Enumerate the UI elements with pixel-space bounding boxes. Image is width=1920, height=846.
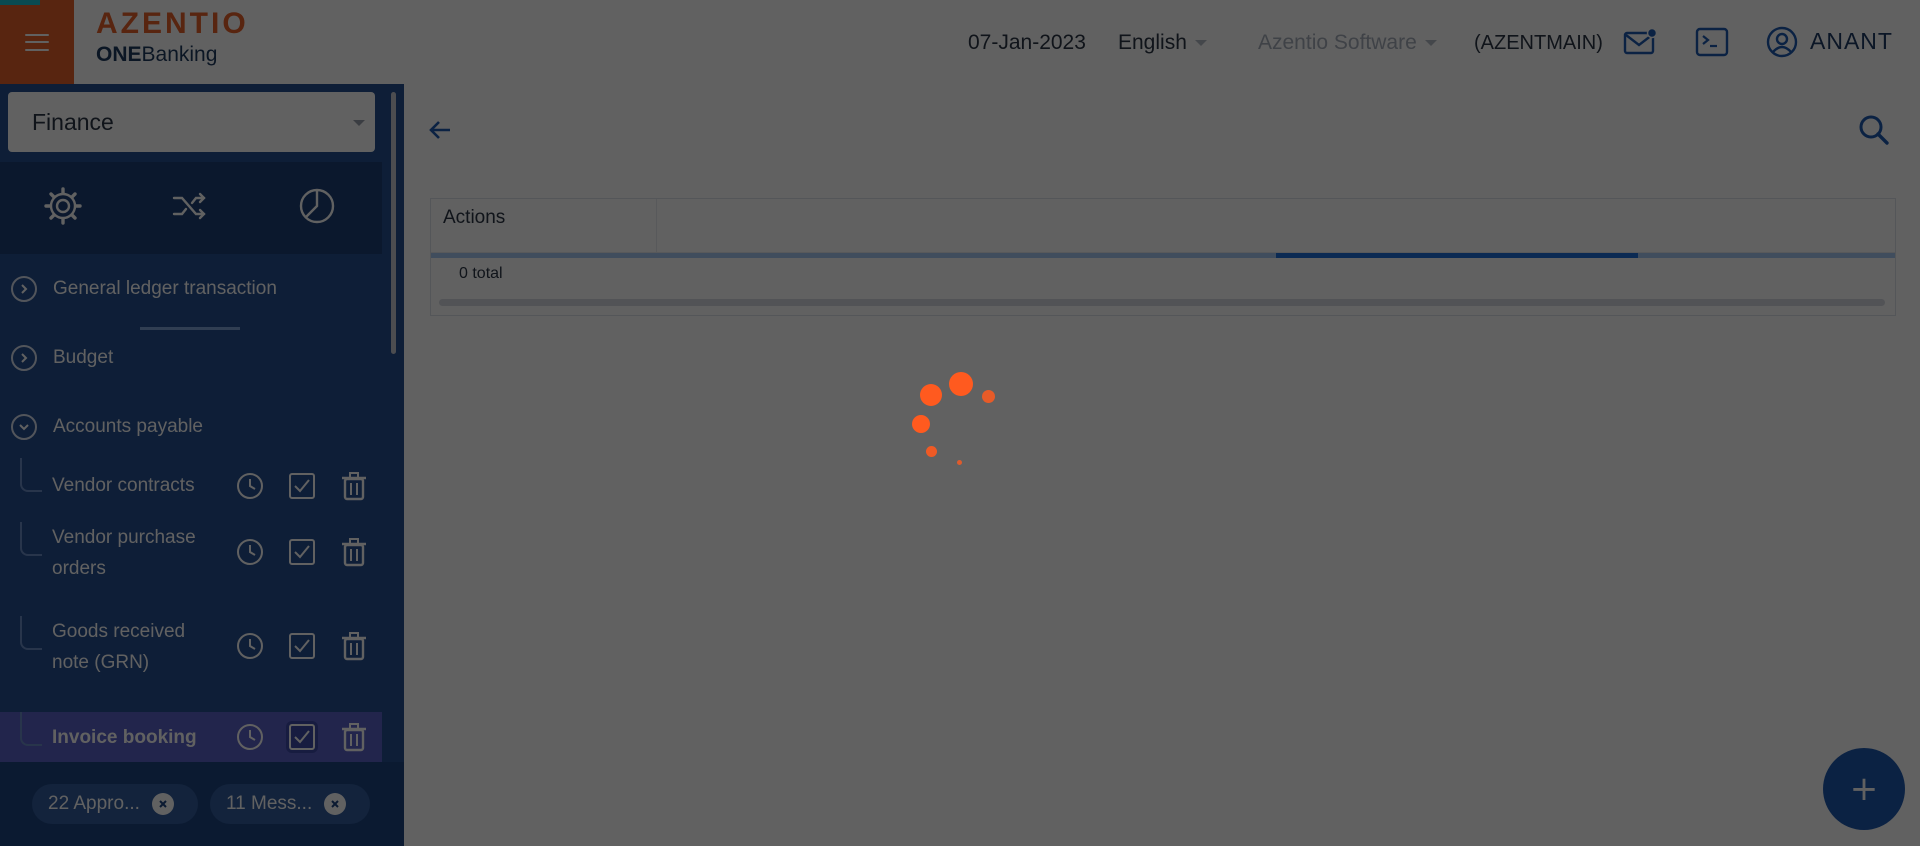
- chevron-right-icon: [11, 345, 37, 371]
- user-icon[interactable]: [1764, 24, 1800, 60]
- sidebar-section-general-ledger[interactable]: General ledger transaction: [0, 266, 382, 312]
- grid-total-count: 0 total: [459, 265, 503, 282]
- grid-loading-indicator: [1276, 253, 1638, 258]
- grid-horizontal-scrollbar[interactable]: [439, 299, 1885, 306]
- sidebar-section-label: Accounts payable: [53, 416, 203, 437]
- chevron-down-icon: [11, 414, 37, 440]
- branch-code: (AZENTMAIN): [1474, 32, 1603, 54]
- business-date: 07-Jan-2023: [968, 31, 1086, 54]
- chevron-down-icon: [1194, 40, 1207, 47]
- grid-loading-bar: [431, 253, 1895, 258]
- approvals-chip[interactable]: 22 Appro...: [32, 784, 198, 824]
- logo-wordmark: AZENTIO: [96, 7, 249, 40]
- spinner-dot: [920, 384, 942, 406]
- trash-icon[interactable]: [338, 721, 370, 753]
- gear-icon[interactable]: [39, 182, 87, 230]
- chevron-down-icon: [353, 120, 365, 126]
- sidebar-tabs: [0, 162, 382, 330]
- top-header: AZENTIO ONEBanking 07-Jan-2023 English A…: [0, 0, 1920, 84]
- pie-chart-icon[interactable]: [293, 182, 341, 230]
- hamburger-icon: [25, 33, 49, 51]
- sidebar: Finance General ledger transaction Budge…: [0, 84, 404, 846]
- data-grid: Actions 0 total: [430, 198, 1896, 316]
- loading-strip: [0, 0, 40, 5]
- messages-chip[interactable]: 11 Mess...: [210, 784, 370, 824]
- sidebar-item-vendor-contracts[interactable]: Vendor contracts: [0, 458, 382, 512]
- spinner-dot: [957, 460, 962, 465]
- check-icon[interactable]: [286, 721, 318, 753]
- tree-connector: [20, 712, 42, 746]
- check-icon[interactable]: [286, 630, 318, 662]
- back-arrow-icon[interactable]: [422, 112, 458, 148]
- chevron-right-icon: [11, 276, 37, 302]
- close-icon[interactable]: [324, 793, 347, 815]
- user-name[interactable]: ANANT: [1810, 28, 1893, 54]
- close-icon[interactable]: [151, 793, 174, 815]
- loading-spinner: [900, 360, 1020, 480]
- active-tab-indicator: [140, 327, 240, 330]
- module-select[interactable]: Finance: [8, 92, 375, 152]
- tree-connector: [20, 522, 42, 556]
- clock-icon[interactable]: [234, 470, 266, 502]
- sidebar-item-label: Vendor purchase orders: [52, 527, 196, 579]
- sidebar-section-budget[interactable]: Budget: [0, 335, 382, 381]
- chip-label: 22 Appro...: [48, 793, 140, 814]
- language-selector[interactable]: English: [1118, 30, 1207, 56]
- module-select-value: Finance: [32, 108, 114, 135]
- sidebar-item-invoice-booking[interactable]: Invoice booking: [0, 712, 382, 762]
- check-icon[interactable]: [286, 536, 318, 568]
- sidebar-section-label: Budget: [53, 347, 114, 368]
- spinner-dot: [926, 446, 937, 457]
- sidebar-section-label: General ledger transaction: [53, 278, 277, 299]
- sidebar-item-label: Goods received note (GRN): [52, 621, 186, 673]
- sidebar-item-label: Invoice booking: [52, 727, 197, 748]
- search-icon[interactable]: [1854, 110, 1894, 150]
- menu-button[interactable]: [0, 0, 74, 84]
- clock-icon[interactable]: [234, 536, 266, 568]
- chevron-down-icon: [1424, 40, 1437, 47]
- trash-icon[interactable]: [338, 536, 370, 568]
- trash-icon[interactable]: [338, 630, 370, 662]
- spinner-dot: [912, 415, 930, 433]
- terminal-icon[interactable]: [1694, 24, 1730, 60]
- mail-icon[interactable]: [1622, 24, 1658, 60]
- chip-label: 11 Mess...: [226, 793, 313, 814]
- grid-column-actions[interactable]: Actions: [431, 199, 657, 253]
- sidebar-item-vendor-purchase-orders[interactable]: Vendor purchase orders: [0, 522, 382, 600]
- company-selector[interactable]: Azentio Software: [1258, 30, 1437, 56]
- trash-icon[interactable]: [338, 470, 370, 502]
- sidebar-footer: 22 Appro... 11 Mess...: [0, 762, 404, 846]
- clock-icon[interactable]: [234, 721, 266, 753]
- check-icon[interactable]: [286, 470, 318, 502]
- tree-connector: [20, 458, 42, 492]
- spinner-dot: [982, 390, 995, 403]
- sidebar-item-label: Vendor contracts: [52, 475, 195, 496]
- spinner-dot: [949, 372, 973, 396]
- grid-header: Actions: [431, 199, 1895, 253]
- shuffle-icon[interactable]: [166, 182, 214, 230]
- logo-subtitle: ONEBanking: [96, 43, 218, 66]
- sidebar-item-goods-received-note[interactable]: Goods received note (GRN): [0, 616, 382, 694]
- sidebar-scrollbar[interactable]: [391, 92, 396, 354]
- add-button[interactable]: +: [1823, 748, 1905, 830]
- clock-icon[interactable]: [234, 630, 266, 662]
- app-logo[interactable]: AZENTIO ONEBanking: [96, 8, 249, 68]
- sidebar-section-accounts-payable[interactable]: Accounts payable: [0, 404, 382, 450]
- tree-connector: [20, 616, 42, 650]
